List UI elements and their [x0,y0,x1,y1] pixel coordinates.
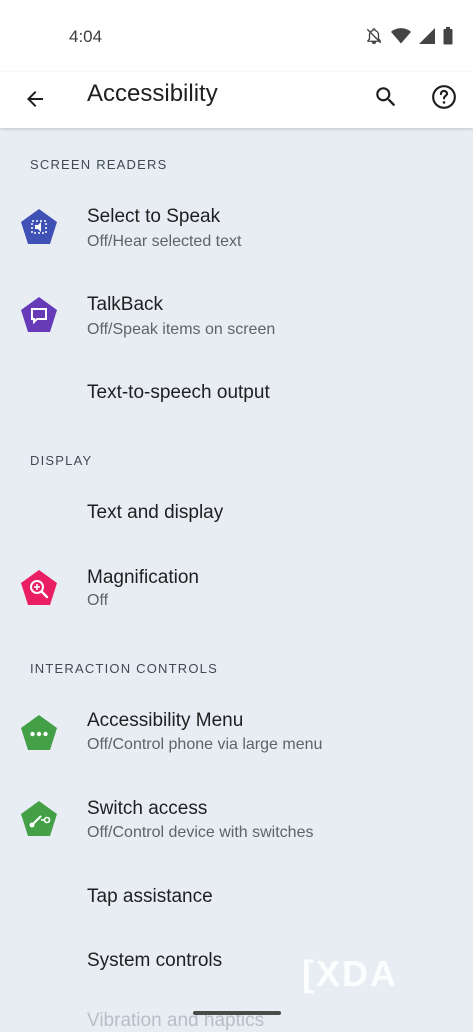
text-to-speech-label: Text-to-speech output [87,382,270,403]
select-to-speak-summary: Off/Hear selected text [87,233,242,250]
accessibility-menu-label: Accessibility Menu [87,710,244,731]
xda-watermark-text: XDA [316,953,399,994]
status-time: 4:04 [69,27,103,46]
switch-access-label: Switch access [87,798,208,819]
status-icons [365,27,453,45]
accessibility-menu-summary: Off/Control phone via large menu [87,736,323,753]
text-and-display-label: Text and display [87,502,224,523]
battery-icon [443,27,453,45]
help-button[interactable] [427,80,461,114]
list-item-system-controls[interactable]: System controls [0,934,473,994]
switch-access-icon [21,801,57,836]
notifications-off-icon [366,28,382,45]
search-icon [376,87,396,107]
list-item-talkback[interactable]: TalkBack Off/Speak items on screen [0,278,473,364]
system-controls-label: System controls [87,950,223,971]
list-item-switch-access[interactable]: Switch access Off/Control device with sw… [0,782,473,868]
tap-assistance-label: Tap assistance [87,886,213,907]
gesture-nav-handle[interactable] [193,1011,281,1015]
talkback-icon [21,297,57,332]
section-header-screen-readers: SCREEN READERS [30,157,168,172]
select-to-speak-label: Select to Speak [87,206,221,227]
magnification-label: Magnification [87,567,199,588]
list-item-text-to-speech[interactable]: Text-to-speech output [0,366,473,426]
search-button[interactable] [369,80,403,114]
talkback-summary: Off/Speak items on screen [87,321,276,338]
back-arrow-icon [27,91,43,107]
select-to-speak-icon [21,209,57,244]
help-icon [432,85,456,109]
list-item-tap-assistance[interactable]: Tap assistance [0,870,473,930]
talkback-label: TalkBack [87,294,164,315]
magnification-icon [21,570,57,605]
list-item-accessibility-menu[interactable]: Accessibility Menu Off/Control phone via… [0,694,473,780]
section-header-display: DISPLAY [30,453,93,468]
status-bar: 4:04 [0,0,473,72]
page-title: Accessibility [87,80,218,107]
switch-access-summary: Off/Control device with switches [87,824,314,841]
cellular-signal-icon [419,28,435,44]
app-bar: Accessibility [0,72,473,128]
list-item-select-to-speak[interactable]: Select to Speak Off/Hear selected text [0,190,473,276]
list-item-text-and-display[interactable]: Text and display [0,486,473,546]
list-item-magnification[interactable]: Magnification Off [0,551,473,637]
accessibility-menu-icon [21,715,57,750]
back-button[interactable] [18,82,52,116]
wifi-icon [391,28,411,44]
magnification-summary: Off [87,592,109,609]
section-header-interaction-controls: INTERACTION CONTROLS [30,661,218,676]
xda-watermark-logo: [XDA [302,953,398,995]
xda-watermark-bracket: [ [302,953,316,994]
